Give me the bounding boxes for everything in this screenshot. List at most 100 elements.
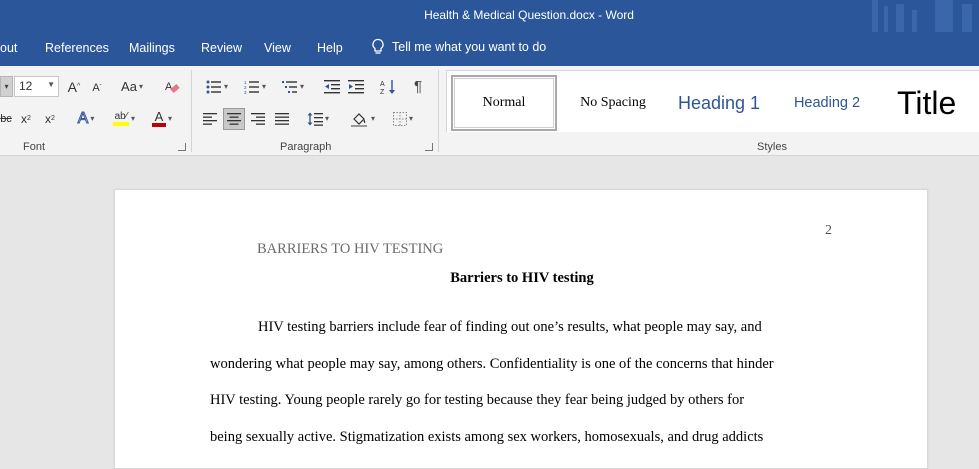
- text-effects-icon: A: [77, 109, 89, 127]
- page-number: 2: [825, 223, 832, 238]
- superscript-button[interactable]: x2: [40, 108, 60, 129]
- numbering-button[interactable]: 1 2 3 ▾: [238, 76, 272, 97]
- group-separator: [438, 70, 439, 152]
- shrink-font-button[interactable]: Aˇ: [88, 78, 106, 97]
- justify-icon: [275, 112, 289, 125]
- chevron-down-icon: ▾: [90, 114, 95, 123]
- paragraph-dialog-launcher[interactable]: [425, 143, 433, 151]
- text-effects-button[interactable]: A ▾: [70, 108, 102, 129]
- title-bar-decoration: [962, 4, 972, 32]
- align-right-icon: [251, 112, 265, 125]
- paint-bucket-icon: [350, 112, 367, 127]
- chevron-down-icon: ▾: [408, 114, 413, 123]
- style-no-spacing[interactable]: No Spacing: [565, 75, 661, 131]
- tab-mailings[interactable]: Mailings: [129, 41, 175, 55]
- tab-help[interactable]: Help: [317, 41, 343, 55]
- document-page[interactable]: 2 BARRIERS TO HIV TESTING Barriers to HI…: [114, 189, 928, 469]
- subscript-button[interactable]: x2: [16, 108, 36, 129]
- tell-me-text: Tell me what you want to do: [392, 40, 547, 54]
- align-left-icon: [203, 112, 217, 125]
- numbering-icon: 1 2 3: [244, 80, 259, 94]
- grow-font-button[interactable]: A ^: [64, 76, 84, 97]
- chevron-down-icon: ▾: [261, 82, 266, 91]
- style-heading-1[interactable]: Heading 1: [669, 75, 769, 131]
- body-line: HIV testing barriers include fear of fin…: [258, 319, 762, 335]
- align-left-button[interactable]: [200, 108, 220, 129]
- decrease-indent-icon: [324, 79, 340, 93]
- align-right-button[interactable]: [248, 108, 268, 129]
- sort-icon: A Z: [380, 79, 395, 95]
- svg-text:Z: Z: [380, 89, 385, 95]
- chevron-down-icon: ▾: [130, 114, 135, 123]
- title-bar-decoration: [912, 10, 917, 32]
- font-size-dropdown[interactable]: 12 ▼: [14, 76, 59, 97]
- paragraph-group-label: Paragraph: [280, 141, 332, 153]
- styles-gallery: Normal No Spacing Heading 1 Heading 2 Ti…: [446, 70, 979, 132]
- multilevel-list-button[interactable]: ▾: [276, 76, 310, 97]
- svg-text:3: 3: [244, 90, 247, 94]
- increase-indent-button[interactable]: [346, 76, 366, 97]
- font-color-icon: A: [151, 110, 166, 127]
- sort-button[interactable]: A Z: [378, 76, 398, 97]
- font-dialog-launcher[interactable]: [178, 143, 186, 151]
- eraser-icon: A: [165, 81, 180, 93]
- body-line: being sexually active. Stigmatization ex…: [210, 429, 764, 445]
- styles-group-label: Styles: [757, 141, 787, 153]
- show-formatting-marks-button[interactable]: ¶: [408, 76, 428, 97]
- multilevel-list-icon: [281, 80, 297, 93]
- change-case-button[interactable]: Aa ▾: [116, 76, 148, 97]
- chevron-down-icon: ▾: [138, 82, 143, 91]
- font-name-dropdown[interactable]: ▾: [0, 76, 13, 97]
- title-bar: Health & Medical Question.docx - Word: [0, 0, 979, 32]
- chevron-down-icon: ▾: [223, 82, 228, 91]
- chevron-down-icon: ▾: [299, 82, 304, 91]
- font-group-label: Font: [23, 141, 46, 153]
- line-spacing-icon: [307, 112, 323, 126]
- borders-button[interactable]: ▾: [386, 108, 420, 129]
- chevron-down-icon: ▾: [324, 114, 329, 123]
- change-case-label: Aa: [121, 79, 137, 94]
- tab-references[interactable]: References: [45, 41, 109, 55]
- highlighter-icon: ab⁄: [112, 111, 129, 126]
- document-title: Barriers to HIV testing: [450, 270, 594, 286]
- svg-text:A: A: [380, 81, 385, 88]
- group-separator: [191, 70, 192, 152]
- body-line: wondering what people may say, among oth…: [210, 356, 774, 372]
- tab-layout[interactable]: out: [0, 41, 17, 55]
- title-bar-decoration: [872, 0, 878, 32]
- chevron-down-icon: ▾: [167, 114, 172, 123]
- line-spacing-button[interactable]: ▾: [302, 108, 334, 129]
- style-title[interactable]: Title: [897, 75, 979, 131]
- title-bar-decoration: [935, 0, 953, 32]
- chevron-down-icon: ▾: [370, 114, 375, 123]
- bullets-icon: [206, 80, 221, 93]
- font-color-button[interactable]: A ▾: [146, 108, 178, 129]
- tab-review[interactable]: Review: [201, 41, 242, 55]
- borders-icon: [392, 111, 407, 126]
- font-size-value: 12: [19, 79, 33, 93]
- increase-indent-icon: [348, 79, 364, 93]
- tab-view[interactable]: View: [264, 41, 291, 55]
- body-line: HIV testing. Young people rarely go for …: [210, 392, 745, 408]
- align-center-button[interactable]: [223, 108, 245, 130]
- clear-formatting-button[interactable]: A: [162, 76, 182, 97]
- align-center-icon: [227, 113, 241, 125]
- highlight-color-button[interactable]: ab⁄ ▾: [108, 108, 140, 129]
- justify-button[interactable]: [272, 108, 292, 129]
- lightbulb-icon: [372, 38, 384, 54]
- title-bar-decoration: [896, 4, 904, 32]
- running-head: BARRIERS TO HIV TESTING: [257, 241, 444, 257]
- ribbon-tabs: out References Mailings Review View Help…: [0, 32, 979, 66]
- svg-text:A: A: [165, 81, 173, 93]
- shading-button[interactable]: ▾: [346, 108, 380, 129]
- chevron-down-icon: ▼: [47, 80, 55, 89]
- ribbon: ▾ 12 ▼ A ^ Aˇ Aa ▾ A bc x2 x2 A ▾ ab⁄ ▾ A ▾…: [0, 66, 979, 156]
- title-bar-decoration: [884, 6, 888, 32]
- window-title: Health & Medical Question.docx - Word: [424, 8, 634, 22]
- tell-me-search[interactable]: Tell me what you want to do: [370, 38, 546, 56]
- style-normal[interactable]: Normal: [451, 75, 557, 131]
- bullets-button[interactable]: ▾: [200, 76, 234, 97]
- style-heading-2[interactable]: Heading 2: [781, 75, 873, 131]
- decrease-indent-button[interactable]: [322, 76, 342, 97]
- strikethrough-button[interactable]: bc: [0, 108, 12, 129]
